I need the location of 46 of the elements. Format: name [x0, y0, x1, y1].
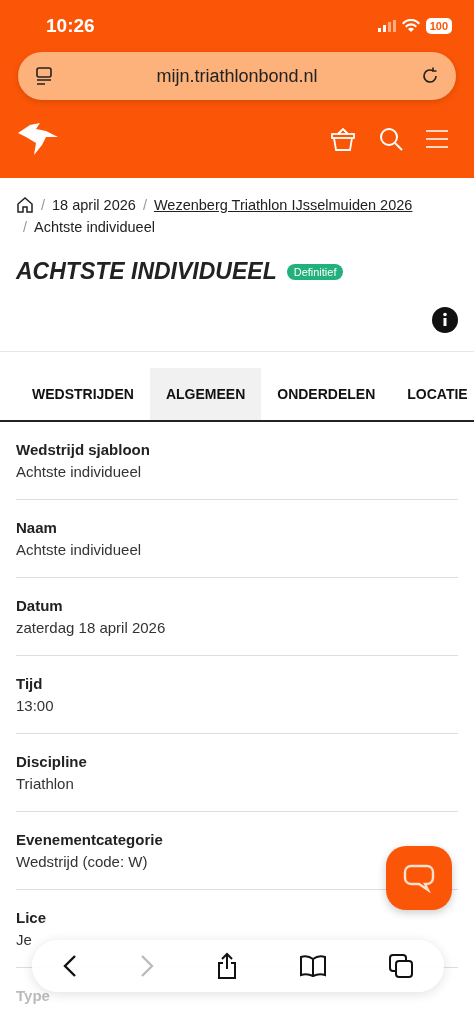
breadcrumb-separator: / [142, 196, 147, 215]
info-icon[interactable] [432, 307, 458, 333]
field-label: Discipline [16, 752, 88, 772]
field-value: Triathlon [16, 774, 75, 794]
field-label: Tijd [16, 674, 44, 694]
breadcrumb-item: 18 april 2026 [52, 196, 136, 215]
chat-button[interactable] [386, 846, 452, 910]
field-label: Datum [16, 596, 64, 616]
speech-bubble-icon [403, 863, 435, 893]
search-icon[interactable] [378, 126, 404, 152]
field-label: Type [16, 986, 51, 1006]
page-menu-icon[interactable] [34, 66, 54, 86]
field-label: Naam [16, 518, 58, 538]
address-bar[interactable]: mijn.triathlonbond.nl [18, 52, 456, 100]
page-title: ACHTSTE INDIVIDUEEL [16, 258, 277, 285]
tab[interactable]: LOCATIE [391, 368, 474, 420]
field-value: 13:00 [16, 696, 55, 716]
field-value: Achtste individueel [16, 540, 143, 560]
logo-icon[interactable] [16, 121, 60, 157]
status-badge: Definitief [286, 263, 344, 280]
wifi-icon [401, 19, 420, 33]
signal-icon [377, 20, 396, 32]
field-label: Wedstrijd sjabloon [16, 440, 151, 460]
field-value: Achtste individueel [16, 462, 143, 482]
basket-icon[interactable] [330, 126, 356, 152]
battery-level: 100 [425, 18, 452, 34]
field-value: Je [16, 930, 33, 950]
tab[interactable]: WEDSTRIJDEN [16, 368, 150, 420]
reload-icon[interactable] [420, 66, 440, 86]
tab[interactable]: ALGEMEEN [149, 368, 262, 420]
breadcrumb-separator: / [23, 218, 28, 237]
breadcrumb-separator: / [41, 196, 46, 215]
field-label: Lice [16, 908, 47, 928]
breadcrumb-link[interactable]: Wezenberg Triathlon IJsselmuiden 2026 [153, 194, 413, 216]
bookmarks-icon[interactable] [298, 955, 327, 977]
tabs-icon[interactable] [387, 953, 414, 979]
share-icon[interactable] [216, 952, 238, 980]
back-icon[interactable] [62, 954, 79, 978]
field-value: zaterdag 18 april 2026 [16, 618, 167, 638]
status-time: 10:26 [46, 15, 95, 37]
breadcrumb-item: Achtste individueel [34, 218, 155, 237]
home-icon[interactable] [16, 196, 34, 214]
tab[interactable]: ONDERDELEN [261, 368, 392, 420]
field-value: Wedstrijd (code: W) [16, 852, 149, 872]
url-text: mijn.triathlonbond.nl [156, 65, 318, 87]
field-label: Evenementcategorie [16, 830, 164, 850]
